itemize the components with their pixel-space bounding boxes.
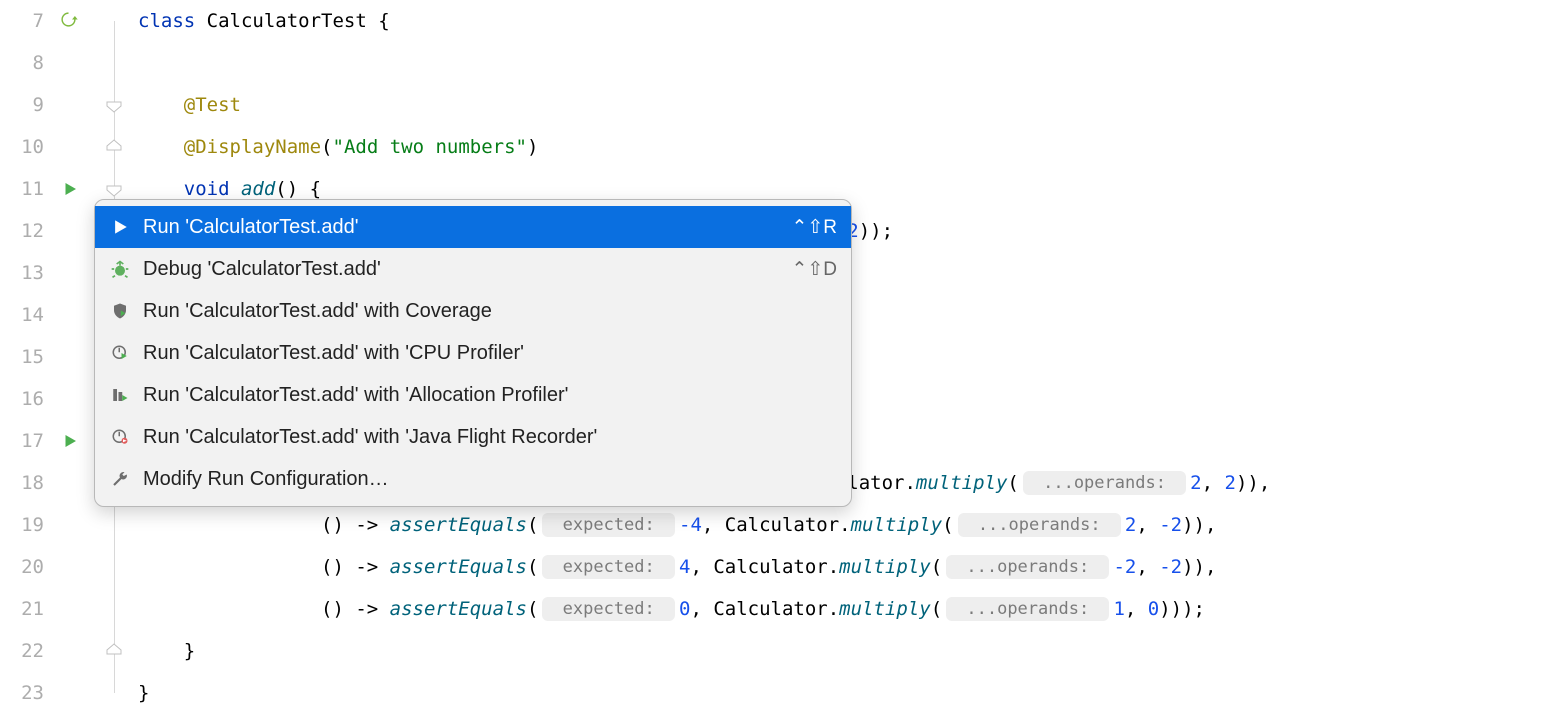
menu-run[interactable]: Run 'CalculatorTest.add' ⌃⇧R (95, 206, 851, 248)
line-number: 7 (12, 10, 44, 32)
line-number: 20 (12, 556, 44, 578)
menu-coverage[interactable]: Run 'CalculatorTest.add' with Coverage (95, 290, 851, 332)
menu-shortcut: ⌃⇧D (791, 258, 837, 281)
gutter-row: 17 (0, 420, 98, 462)
line-number: 12 (12, 220, 44, 242)
code-line[interactable]: () -> assertEquals( expected: -4, Calcul… (138, 504, 1560, 546)
menu-alloc-profiler[interactable]: Run 'CalculatorTest.add' with 'Allocatio… (95, 374, 851, 416)
code-line[interactable] (138, 42, 1560, 84)
line-number: 15 (12, 346, 44, 368)
menu-label: Modify Run Configuration… (143, 468, 837, 491)
code-line[interactable]: } (138, 672, 1560, 714)
line-number: 13 (12, 262, 44, 284)
code-line[interactable]: } (138, 630, 1560, 672)
fold-close-icon[interactable] (105, 644, 123, 658)
menu-debug[interactable]: Debug 'CalculatorTest.add' ⌃⇧D (95, 248, 851, 290)
line-number: 23 (12, 682, 44, 704)
run-gutter-icon[interactable] (58, 429, 82, 453)
line-number: 19 (12, 514, 44, 536)
line-number: 16 (12, 388, 44, 410)
line-number: 11 (12, 178, 44, 200)
parameter-hint: expected: (542, 555, 675, 579)
debug-icon (109, 258, 131, 280)
run-icon (109, 216, 131, 238)
code-line[interactable]: class CalculatorTest { (138, 0, 1560, 42)
fold-close-icon[interactable] (105, 140, 123, 154)
fold-open-icon[interactable] (105, 182, 123, 196)
recursive-icon[interactable] (58, 9, 82, 33)
parameter-hint: ...operands: (946, 597, 1109, 621)
line-number: 10 (12, 136, 44, 158)
menu-label: Debug 'CalculatorTest.add' (143, 258, 791, 281)
menu-modify-config[interactable]: Modify Run Configuration… (95, 458, 851, 500)
parameter-hint: expected: (542, 513, 675, 537)
menu-jfr[interactable]: Run 'CalculatorTest.add' with 'Java Flig… (95, 416, 851, 458)
line-number: 9 (12, 94, 44, 116)
code-line[interactable]: @Test (138, 84, 1560, 126)
menu-shortcut: ⌃⇧R (791, 216, 837, 239)
fold-open-icon[interactable] (105, 98, 123, 112)
line-number: 14 (12, 304, 44, 326)
line-number: 17 (12, 430, 44, 452)
menu-label: Run 'CalculatorTest.add' with Coverage (143, 300, 837, 323)
gutter: 7 8 9 10 11 12 13 14 15 16 17 18 19 20 2… (0, 0, 98, 716)
wrench-icon (109, 468, 131, 490)
line-number: 8 (12, 52, 44, 74)
run-context-menu: Run 'CalculatorTest.add' ⌃⇧R Debug 'Calc… (94, 199, 852, 507)
alloc-profiler-icon (109, 384, 131, 406)
gutter-row: 7 (0, 0, 98, 42)
menu-label: Run 'CalculatorTest.add' with 'Allocatio… (143, 384, 837, 407)
line-number: 21 (12, 598, 44, 620)
parameter-hint: expected: (542, 597, 675, 621)
gutter-row: 11 (0, 168, 98, 210)
coverage-icon (109, 300, 131, 322)
code-line[interactable]: () -> assertEquals( expected: 0, Calcula… (138, 588, 1560, 630)
parameter-hint: ...operands: (946, 555, 1109, 579)
menu-label: Run 'CalculatorTest.add' (143, 216, 791, 239)
parameter-hint: ...operands: (1023, 471, 1186, 495)
line-number: 22 (12, 640, 44, 662)
code-line[interactable]: () -> assertEquals( expected: 4, Calcula… (138, 546, 1560, 588)
jfr-icon (109, 426, 131, 448)
menu-cpu-profiler[interactable]: Run 'CalculatorTest.add' with 'CPU Profi… (95, 332, 851, 374)
parameter-hint: ...operands: (958, 513, 1121, 537)
profiler-icon (109, 342, 131, 364)
code-line[interactable]: @DisplayName("Add two numbers") (138, 126, 1560, 168)
line-number: 18 (12, 472, 44, 494)
menu-label: Run 'CalculatorTest.add' with 'CPU Profi… (143, 342, 837, 365)
run-gutter-icon[interactable] (58, 177, 82, 201)
menu-label: Run 'CalculatorTest.add' with 'Java Flig… (143, 426, 837, 449)
